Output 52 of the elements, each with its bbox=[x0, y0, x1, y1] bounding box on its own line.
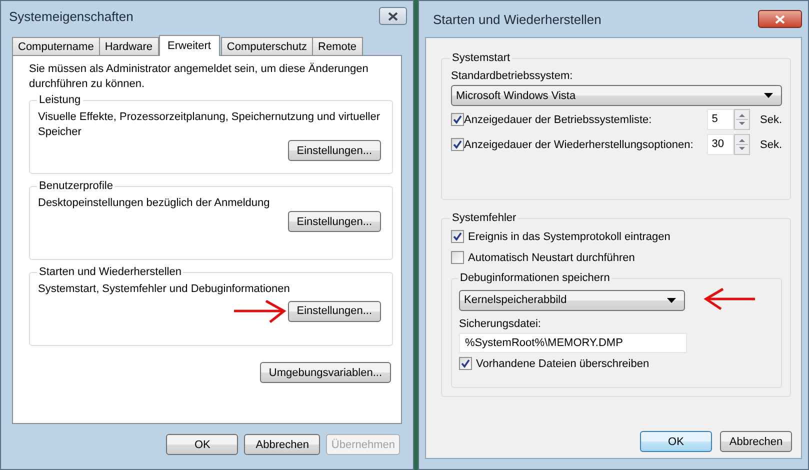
tab[interactable]: Hardware bbox=[98, 37, 159, 55]
unit-label: Sek. bbox=[760, 138, 782, 150]
group-title: Systemfehler bbox=[451, 212, 518, 224]
os-dropdown[interactable]: Microsoft Windows Vista bbox=[451, 85, 782, 106]
settings-button[interactable]: Einstellungen... bbox=[288, 300, 381, 322]
dump-type-dropdown[interactable]: Kernelspeicherabbild bbox=[459, 290, 685, 310]
checkbox[interactable] bbox=[451, 230, 464, 243]
dialog-button[interactable]: OK bbox=[640, 431, 712, 452]
group-description: Desktopeinstellungen bezüglich der Anmeldung bbox=[38, 196, 271, 211]
timeout-field[interactable]: 30 bbox=[706, 134, 734, 155]
group-description: Visuelle Effekte, Prozessorzeitplanung, Speichernutzung und virtueller Speicher bbox=[38, 110, 382, 140]
close-button[interactable] bbox=[758, 10, 802, 28]
timeout-field[interactable]: 5 bbox=[706, 109, 734, 130]
window-title: Systemeigenschaften bbox=[9, 8, 134, 24]
field-label: Standardbetriebssystem: bbox=[451, 70, 574, 82]
close-icon bbox=[775, 14, 785, 24]
unit-label: Sek. bbox=[760, 114, 782, 126]
checkbox-label: Ereignis in das Systemprotokoll eintragen bbox=[468, 230, 670, 242]
checkbox[interactable] bbox=[451, 251, 464, 264]
tab[interactable]: Computername bbox=[12, 37, 100, 55]
caret-icon bbox=[764, 93, 773, 98]
close-icon bbox=[388, 12, 398, 20]
close-button[interactable] bbox=[379, 7, 407, 25]
settings-button[interactable]: Einstellungen... bbox=[288, 211, 381, 232]
dialog-button[interactable]: OK bbox=[166, 434, 238, 455]
window-title: Starten und Wiederherstellen bbox=[433, 12, 602, 26]
group-title: Benutzerprofile bbox=[38, 180, 114, 192]
spin-button[interactable] bbox=[734, 109, 750, 130]
group-title: Leistung bbox=[38, 94, 82, 106]
checkbox-label: Automatisch Neustart durchführen bbox=[468, 252, 635, 264]
tab[interactable]: Remote bbox=[312, 37, 363, 55]
checkbox-label: Vorhandene Dateien überschreiben bbox=[476, 358, 650, 370]
settings-button[interactable]: Einstellungen... bbox=[288, 140, 381, 161]
checkbox-label: Anzeigedauer der Wiederherstellungsoptionen: bbox=[464, 138, 694, 150]
dialog-button[interactable]: Abbrechen bbox=[720, 431, 792, 452]
dump-file-field[interactable]: %SystemRoot%\MEMORY.DMP bbox=[459, 333, 687, 353]
group-title: Debuginformationen speichern bbox=[459, 272, 611, 284]
dialog-button[interactable]: Abbrechen bbox=[244, 434, 320, 455]
checkbox-label: Anzeigedauer der Betriebssystemliste: bbox=[464, 114, 653, 126]
group-description: Systemstart, Systemfehler und Debuginformationen bbox=[38, 282, 291, 297]
tab[interactable]: Computerschutz bbox=[220, 37, 314, 55]
environment-variables-button[interactable]: Umgebungsvariablen... bbox=[260, 362, 391, 383]
checkbox[interactable] bbox=[451, 138, 464, 151]
checkbox[interactable] bbox=[451, 113, 464, 126]
caret-icon bbox=[667, 298, 676, 302]
checkbox[interactable] bbox=[459, 357, 472, 370]
notice-text: Sie müssen als Administrator angemeldet sein, um diese Änderungen durchführen zu können. bbox=[29, 62, 370, 92]
field-label: Sicherungsdatei: bbox=[459, 318, 542, 330]
tab[interactable]: Erweitert bbox=[158, 35, 220, 56]
spin-button[interactable] bbox=[734, 134, 750, 155]
group-title: Systemstart bbox=[451, 52, 512, 64]
group-title: Starten und Wiederherstellen bbox=[38, 266, 182, 278]
